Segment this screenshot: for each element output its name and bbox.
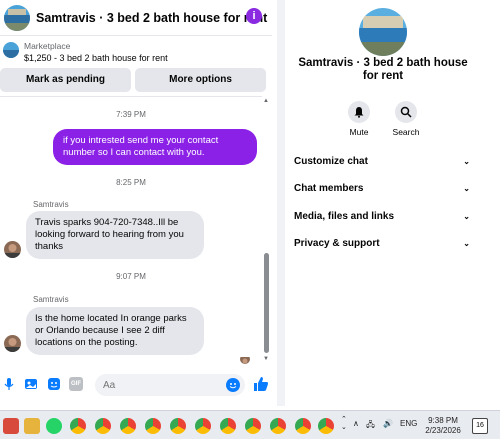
conversation-name: Samtravis · 3 bed 2 bath house for rent [298, 57, 468, 82]
listing-actions: Mark as pending More options [0, 68, 266, 92]
menu-media-files-links[interactable]: Media, files and links ⌄ [294, 211, 470, 222]
menu-label: Media, files and links [294, 211, 395, 222]
menu-customize-chat[interactable]: Customize chat ⌄ [294, 156, 470, 167]
incoming-message[interactable]: Is the home located In orange parks or O… [26, 307, 204, 355]
chevron-down-icon: ⌄ [463, 184, 470, 193]
chat-pane: Samtravis · 3 bed 2 bath house for rent … [0, 0, 272, 406]
chrome-icon[interactable] [95, 418, 111, 434]
mute-button[interactable]: Mute [339, 101, 379, 137]
message-timestamp: 7:39 PM [116, 110, 146, 119]
sender-name: Samtravis [33, 200, 69, 209]
thumbs-up-icon[interactable] [253, 376, 269, 392]
search-label: Search [392, 127, 420, 137]
menu-privacy-support[interactable]: Privacy & support ⌄ [294, 238, 470, 249]
message-timestamp: 9:07 PM [116, 272, 146, 281]
photo-icon[interactable] [24, 377, 38, 391]
conversation-avatar[interactable] [359, 8, 407, 56]
emoji-icon[interactable] [226, 378, 240, 392]
mark-as-pending-button[interactable]: Mark as pending [0, 68, 131, 92]
network-icon[interactable]: 🖧 [366, 419, 375, 433]
menu-chat-members[interactable]: Chat members ⌄ [294, 183, 470, 194]
conversation-details-pane: Samtravis · 3 bed 2 bath house for rent … [285, 0, 500, 406]
chrome-icon[interactable] [145, 418, 161, 434]
app-icon[interactable] [3, 418, 19, 434]
chat-header: Samtravis · 3 bed 2 bath house for rent … [0, 0, 272, 36]
gif-icon[interactable]: GIF [69, 377, 83, 391]
chrome-icon[interactable] [70, 418, 86, 434]
chrome-icon[interactable] [295, 418, 311, 434]
sender-avatar[interactable] [4, 335, 21, 352]
windows-taskbar: ⌃ ⌄ ∧ 🖧 🔊 ENG 9:38 PM 2/23/2026 16 [0, 410, 500, 439]
scrollbar-thumb[interactable] [264, 253, 269, 353]
clock-time: 9:38 PM [428, 416, 458, 425]
whatsapp-icon[interactable] [46, 418, 62, 434]
pane-divider [277, 0, 285, 406]
microphone-icon[interactable] [2, 377, 16, 391]
volume-icon[interactable]: 🔊 [383, 419, 393, 428]
message-timestamp: 8:25 PM [116, 178, 146, 187]
incoming-message[interactable]: Travis sparks 904-720-7348..Ill be looki… [26, 211, 204, 259]
scroll-up-arrow-icon[interactable]: ▲ [263, 98, 269, 104]
listing-source: Marketplace [24, 41, 71, 51]
listing-thumbnail [3, 42, 19, 58]
search-icon [400, 106, 412, 118]
menu-label: Customize chat [294, 156, 368, 167]
chrome-icon[interactable] [270, 418, 286, 434]
chevron-down-icon: ⌄ [463, 157, 470, 166]
sender-avatar[interactable] [4, 241, 21, 258]
scroll-down-arrow-icon[interactable]: ▼ [263, 356, 269, 362]
chrome-icon[interactable] [120, 418, 136, 434]
seen-indicator-avatar [240, 354, 250, 364]
tray-expand-icon[interactable]: ∧ [353, 419, 359, 428]
outgoing-message[interactable]: if you intrested send me your contact nu… [53, 129, 257, 165]
system-clock[interactable]: 9:38 PM 2/23/2026 [425, 416, 461, 436]
divider [0, 96, 262, 97]
chrome-icon[interactable] [170, 418, 186, 434]
mute-label: Mute [349, 127, 369, 137]
menu-label: Privacy & support [294, 238, 380, 249]
chat-title[interactable]: Samtravis · 3 bed 2 bath house for rent [36, 11, 267, 25]
screen: Samtravis · 3 bed 2 bath house for rent … [0, 0, 500, 439]
notification-center-icon[interactable]: 16 [472, 418, 488, 434]
chrome-icon[interactable] [318, 418, 334, 434]
file-explorer-icon[interactable] [24, 418, 40, 434]
message-composer: GIF [0, 373, 272, 397]
chevron-down-icon: ⌄ [463, 239, 470, 248]
info-icon[interactable]: i [246, 8, 262, 24]
search-button[interactable]: Search [386, 101, 426, 137]
chevron-down-icon: ⌄ [463, 212, 470, 221]
menu-label: Chat members [294, 183, 364, 194]
marketplace-listing[interactable]: Marketplace $1,250 - 3 bed 2 bath house … [0, 38, 272, 68]
language-indicator[interactable]: ENG [400, 419, 417, 428]
message-scrollbar[interactable]: ▲ ▼ [263, 98, 270, 366]
sticker-icon[interactable] [47, 377, 61, 391]
sender-name: Samtravis [33, 295, 69, 304]
message-input[interactable] [95, 374, 245, 396]
listing-price: $1,250 - 3 bed 2 bath house for rent [24, 53, 168, 63]
clock-date: 2/23/2026 [425, 426, 461, 435]
taskbar-overflow-chevron-icon[interactable]: ⌃ ⌄ [341, 415, 347, 431]
listing-avatar[interactable] [4, 4, 30, 31]
bell-icon [354, 107, 364, 118]
chrome-icon[interactable] [245, 418, 261, 434]
chrome-icon[interactable] [195, 418, 211, 434]
chrome-icon[interactable] [220, 418, 236, 434]
more-options-button[interactable]: More options [135, 68, 266, 92]
